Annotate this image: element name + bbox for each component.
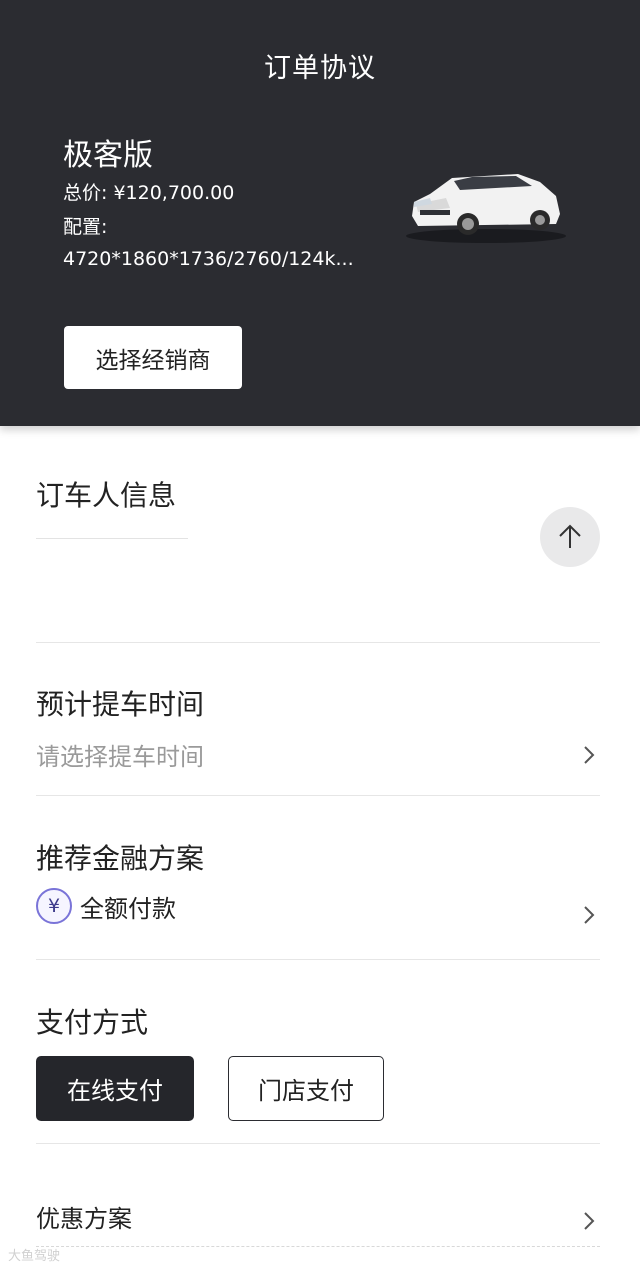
dashed-divider (36, 1246, 600, 1247)
discount-plan-title[interactable]: 优惠方案 (36, 1199, 132, 1234)
orderer-info-title: 订车人信息 (36, 479, 177, 512)
car-image (406, 174, 566, 243)
divider (36, 959, 600, 960)
chevron-right-icon[interactable] (580, 746, 598, 764)
model-name: 极客版 (63, 138, 153, 173)
divider (36, 642, 600, 643)
select-dealer-button[interactable]: 选择经销商 (64, 326, 242, 389)
pickup-time-title: 预计提车时间 (36, 688, 205, 721)
finance-plan-value[interactable]: 全额付款 (80, 889, 176, 924)
page-title: 订单协议 (264, 53, 376, 84)
pickup-time-field[interactable]: 请选择提车时间 (36, 737, 204, 772)
config-value: 4720*1860*1736/2760/124k... (63, 248, 354, 270)
orderer-info-underline (36, 538, 188, 539)
payment-method-title: 支付方式 (36, 1006, 149, 1039)
watermark: 大鱼驾驶 (8, 1249, 61, 1264)
order-header: 订单协议 极客版 总价: ¥120,700.00 配置: 4720*1860*1… (0, 0, 640, 426)
divider (36, 1143, 600, 1144)
yen-icon: ¥ (36, 888, 72, 924)
finance-plan-title: 推荐金融方案 (36, 842, 205, 875)
total-price: 总价: ¥120,700.00 (63, 182, 235, 204)
divider (36, 795, 600, 796)
online-payment-button[interactable]: 在线支付 (36, 1056, 194, 1121)
chevron-right-icon[interactable] (580, 1212, 598, 1230)
config-label: 配置: (63, 216, 108, 238)
chevron-right-icon[interactable] (580, 906, 598, 924)
arrow-up-icon (559, 524, 581, 548)
collapse-button[interactable] (540, 507, 600, 567)
store-payment-button[interactable]: 门店支付 (228, 1056, 384, 1121)
